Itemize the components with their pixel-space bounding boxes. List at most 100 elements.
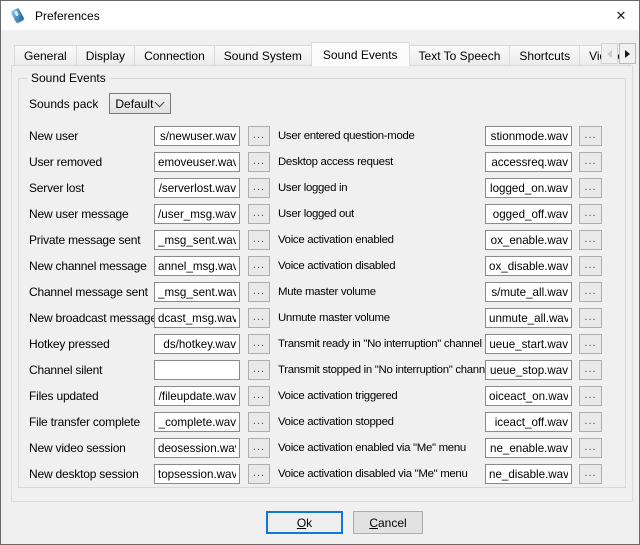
sound-file-input[interactable] — [154, 386, 240, 406]
browse-button[interactable]: ... — [248, 178, 270, 198]
sound-file-input[interactable] — [485, 152, 572, 172]
browse-button[interactable]: ... — [579, 438, 602, 458]
close-icon[interactable]: ✕ — [610, 8, 632, 25]
sound-file-input[interactable] — [154, 230, 240, 250]
browse-button[interactable]: ... — [579, 308, 602, 328]
sound-event-row: Voice activation enabled via "Me" menu .… — [278, 438, 620, 458]
tab-bar: General Display Connection Sound System … — [14, 42, 639, 66]
browse-button[interactable]: ... — [248, 308, 270, 328]
browse-button[interactable]: ... — [579, 464, 602, 484]
sound-event-label: New user — [29, 129, 154, 143]
browse-button[interactable]: ... — [579, 360, 602, 380]
browse-button[interactable]: ... — [248, 126, 270, 146]
browse-button[interactable]: ... — [248, 360, 270, 380]
sound-event-label: New user message — [29, 207, 154, 221]
browse-button[interactable]: ... — [579, 230, 602, 250]
sound-event-label: Desktop access request — [278, 156, 485, 168]
app-icon — [10, 8, 26, 24]
sound-file-input[interactable] — [154, 282, 240, 302]
cancel-label: C — [369, 516, 378, 530]
sound-events-column-left: New user ... User removed ... Server los… — [29, 126, 273, 490]
browse-button[interactable]: ... — [579, 126, 602, 146]
sound-event-label: User logged in — [278, 182, 485, 194]
sound-file-input[interactable] — [485, 464, 572, 484]
sound-file-input[interactable] — [485, 334, 572, 354]
sound-file-input[interactable] — [485, 230, 572, 250]
browse-button[interactable]: ... — [579, 152, 602, 172]
browse-button[interactable]: ... — [248, 438, 270, 458]
sound-file-input[interactable] — [485, 204, 572, 224]
sound-event-row: User removed ... — [29, 152, 273, 172]
sound-event-row: New broadcast message ... — [29, 308, 273, 328]
sounds-pack-row: Sounds pack Default — [29, 93, 171, 114]
tab-shortcuts[interactable]: Shortcuts — [509, 45, 580, 66]
sound-file-input[interactable] — [485, 178, 572, 198]
ok-button[interactable]: Ok — [266, 511, 343, 534]
sound-event-label: Voice activation disabled via "Me" menu — [278, 468, 485, 480]
sound-file-input[interactable] — [485, 386, 572, 406]
tab-general[interactable]: General — [14, 45, 77, 66]
browse-button[interactable]: ... — [248, 334, 270, 354]
browse-button[interactable]: ... — [579, 204, 602, 224]
sound-event-label: Mute master volume — [278, 286, 485, 298]
browse-button[interactable]: ... — [579, 334, 602, 354]
browse-button[interactable]: ... — [579, 282, 602, 302]
sound-file-input[interactable] — [154, 412, 240, 432]
sound-event-label: Voice activation enabled via "Me" menu — [278, 442, 485, 454]
sound-file-input[interactable] — [154, 204, 240, 224]
cancel-button[interactable]: Cancel — [353, 511, 423, 534]
sound-file-input[interactable] — [154, 334, 240, 354]
tab-text-to-speech[interactable]: Text To Speech — [409, 45, 511, 66]
sound-file-input[interactable] — [154, 256, 240, 276]
sound-event-row: User logged out ... — [278, 204, 620, 224]
sound-file-input[interactable] — [485, 412, 572, 432]
sound-file-input[interactable] — [485, 360, 572, 380]
browse-button[interactable]: ... — [248, 386, 270, 406]
titlebar: Preferences ✕ — [1, 1, 639, 30]
tab-connection[interactable]: Connection — [134, 45, 215, 66]
sound-event-row: Mute master volume ... — [278, 282, 620, 302]
sound-event-label: Unmute master volume — [278, 312, 485, 324]
browse-button[interactable]: ... — [248, 282, 270, 302]
sound-file-input[interactable] — [154, 308, 240, 328]
sound-event-row: User entered question-mode ... — [278, 126, 620, 146]
browse-button[interactable]: ... — [248, 412, 270, 432]
sound-file-input[interactable] — [485, 308, 572, 328]
sound-event-row: Voice activation disabled ... — [278, 256, 620, 276]
tab-sound-events[interactable]: Sound Events — [311, 42, 410, 66]
browse-button[interactable]: ... — [579, 386, 602, 406]
sound-event-row: Voice activation triggered ... — [278, 386, 620, 406]
browse-button[interactable]: ... — [248, 464, 270, 484]
sounds-pack-value: Default — [115, 97, 153, 111]
tab-sound-system[interactable]: Sound System — [214, 45, 312, 66]
sound-file-input[interactable] — [154, 152, 240, 172]
sound-file-input[interactable] — [485, 282, 572, 302]
browse-button[interactable]: ... — [579, 412, 602, 432]
tab-display[interactable]: Display — [76, 45, 135, 66]
sound-file-input[interactable] — [154, 360, 240, 380]
browse-button[interactable]: ... — [248, 204, 270, 224]
browse-button[interactable]: ... — [248, 230, 270, 250]
sound-event-row: Channel silent ... — [29, 360, 273, 380]
sound-event-label: Voice activation stopped — [278, 416, 485, 428]
browse-button[interactable]: ... — [579, 256, 602, 276]
browse-button[interactable]: ... — [248, 152, 270, 172]
tab-scroll-left-button[interactable] — [601, 43, 618, 64]
sound-file-input[interactable] — [154, 438, 240, 458]
sound-event-row: Channel message sent ... — [29, 282, 273, 302]
sound-file-input[interactable] — [485, 256, 572, 276]
sound-event-label: User entered question-mode — [278, 130, 485, 142]
sound-file-input[interactable] — [154, 178, 240, 198]
sound-file-input[interactable] — [485, 126, 572, 146]
sound-file-input[interactable] — [485, 438, 572, 458]
sound-file-input[interactable] — [154, 126, 240, 146]
browse-button[interactable]: ... — [579, 178, 602, 198]
browse-button[interactable]: ... — [248, 256, 270, 276]
sound-event-row: Transmit stopped in "No interruption" ch… — [278, 360, 620, 380]
sound-event-row: New channel message ... — [29, 256, 273, 276]
sounds-pack-dropdown[interactable]: Default — [109, 93, 171, 114]
sound-event-label: User removed — [29, 155, 154, 169]
tab-scroll-right-button[interactable] — [619, 43, 636, 64]
sound-file-input[interactable] — [154, 464, 240, 484]
sound-event-row: Unmute master volume ... — [278, 308, 620, 328]
